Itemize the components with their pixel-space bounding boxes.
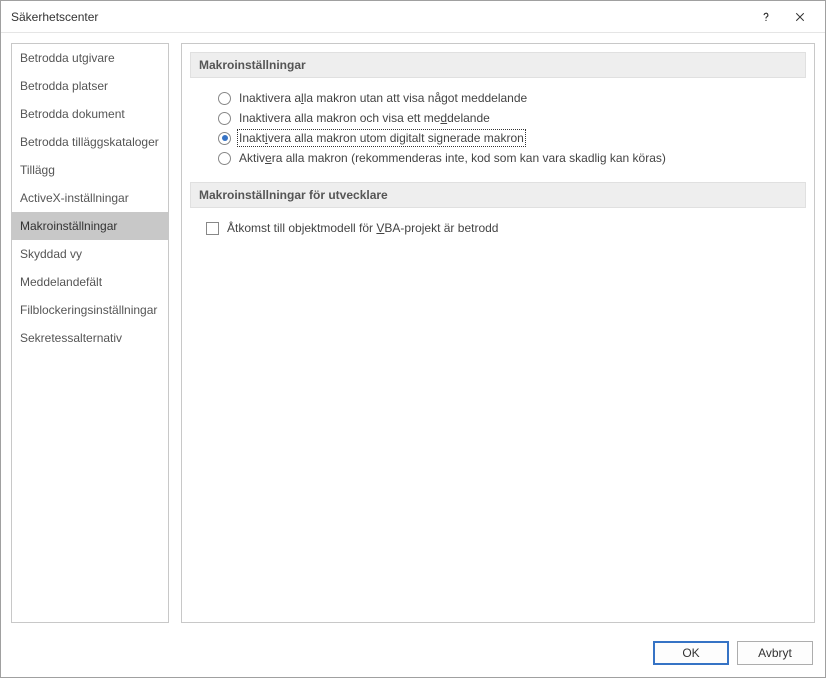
titlebar: Säkerhetscenter	[1, 1, 825, 33]
sidebar-item-label: Filblockeringsinställningar	[20, 303, 157, 317]
radio-icon	[218, 132, 231, 145]
sidebar-item-label: Sekretessalternativ	[20, 331, 122, 345]
trust-center-dialog: Säkerhetscenter Betrodda utgivare Betrod…	[0, 0, 826, 678]
radio-disable-no-notification[interactable]: Inaktivera alla makron utan att visa någ…	[218, 88, 806, 108]
radio-icon	[218, 152, 231, 165]
macro-settings-header: Makroinställningar	[190, 52, 806, 78]
sidebar-item-trusted-locations[interactable]: Betrodda platser	[12, 72, 168, 100]
sidebar-item-label: Betrodda platser	[20, 79, 108, 93]
content-panel: Makroinställningar Inaktivera alla makro…	[181, 43, 815, 623]
sidebar-item-label: Betrodda tilläggskataloger	[20, 135, 159, 149]
radio-label: Aktivera alla makron (rekommenderas inte…	[239, 151, 666, 165]
radio-enable-all[interactable]: Aktivera alla makron (rekommenderas inte…	[218, 148, 806, 168]
sidebar-item-label: Tillägg	[20, 163, 55, 177]
cancel-button[interactable]: Avbryt	[737, 641, 813, 665]
sidebar: Betrodda utgivare Betrodda platser Betro…	[11, 43, 169, 623]
radio-icon	[218, 112, 231, 125]
sidebar-item-label: Meddelandefält	[20, 275, 102, 289]
macro-radio-group: Inaktivera alla makron utan att visa någ…	[190, 88, 806, 182]
radio-label: Inaktivera alla makron utan att visa någ…	[239, 91, 527, 105]
window-title: Säkerhetscenter	[11, 10, 749, 24]
dialog-footer: OK Avbryt	[1, 633, 825, 677]
vba-access-checkbox[interactable]: Åtkomst till objektmodell för VBA-projek…	[190, 218, 806, 238]
sidebar-item-trusted-addins-catalogs[interactable]: Betrodda tilläggskataloger	[12, 128, 168, 156]
ok-button[interactable]: OK	[653, 641, 729, 665]
close-icon	[794, 11, 806, 23]
sidebar-item-message-bar[interactable]: Meddelandefält	[12, 268, 168, 296]
checkbox-icon	[206, 222, 219, 235]
radio-label: Inaktivera alla makron och visa ett medd…	[239, 111, 490, 125]
sidebar-item-activex-settings[interactable]: ActiveX-inställningar	[12, 184, 168, 212]
dialog-body: Betrodda utgivare Betrodda platser Betro…	[1, 33, 825, 633]
sidebar-item-label: Makroinställningar	[20, 219, 117, 233]
sidebar-item-macro-settings[interactable]: Makroinställningar	[12, 212, 168, 240]
sidebar-item-label: ActiveX-inställningar	[20, 191, 129, 205]
checkbox-label: Åtkomst till objektmodell för VBA-projek…	[227, 221, 498, 235]
radio-icon	[218, 92, 231, 105]
sidebar-item-label: Betrodda dokument	[20, 107, 125, 121]
help-button[interactable]	[749, 4, 783, 30]
developer-macro-settings-header: Makroinställningar för utvecklare	[190, 182, 806, 208]
sidebar-item-addins[interactable]: Tillägg	[12, 156, 168, 184]
close-button[interactable]	[783, 4, 817, 30]
sidebar-item-file-block-settings[interactable]: Filblockeringsinställningar	[12, 296, 168, 324]
radio-disable-except-signed[interactable]: Inaktivera alla makron utom digitalt sig…	[218, 128, 806, 148]
help-icon	[760, 11, 772, 23]
sidebar-item-trusted-publishers[interactable]: Betrodda utgivare	[12, 44, 168, 72]
sidebar-item-label: Skyddad vy	[20, 247, 82, 261]
sidebar-item-protected-view[interactable]: Skyddad vy	[12, 240, 168, 268]
sidebar-item-privacy-options[interactable]: Sekretessalternativ	[12, 324, 168, 352]
radio-label: Inaktivera alla makron utom digitalt sig…	[239, 131, 524, 145]
sidebar-item-label: Betrodda utgivare	[20, 51, 115, 65]
sidebar-item-trusted-documents[interactable]: Betrodda dokument	[12, 100, 168, 128]
radio-disable-with-notification[interactable]: Inaktivera alla makron och visa ett medd…	[218, 108, 806, 128]
